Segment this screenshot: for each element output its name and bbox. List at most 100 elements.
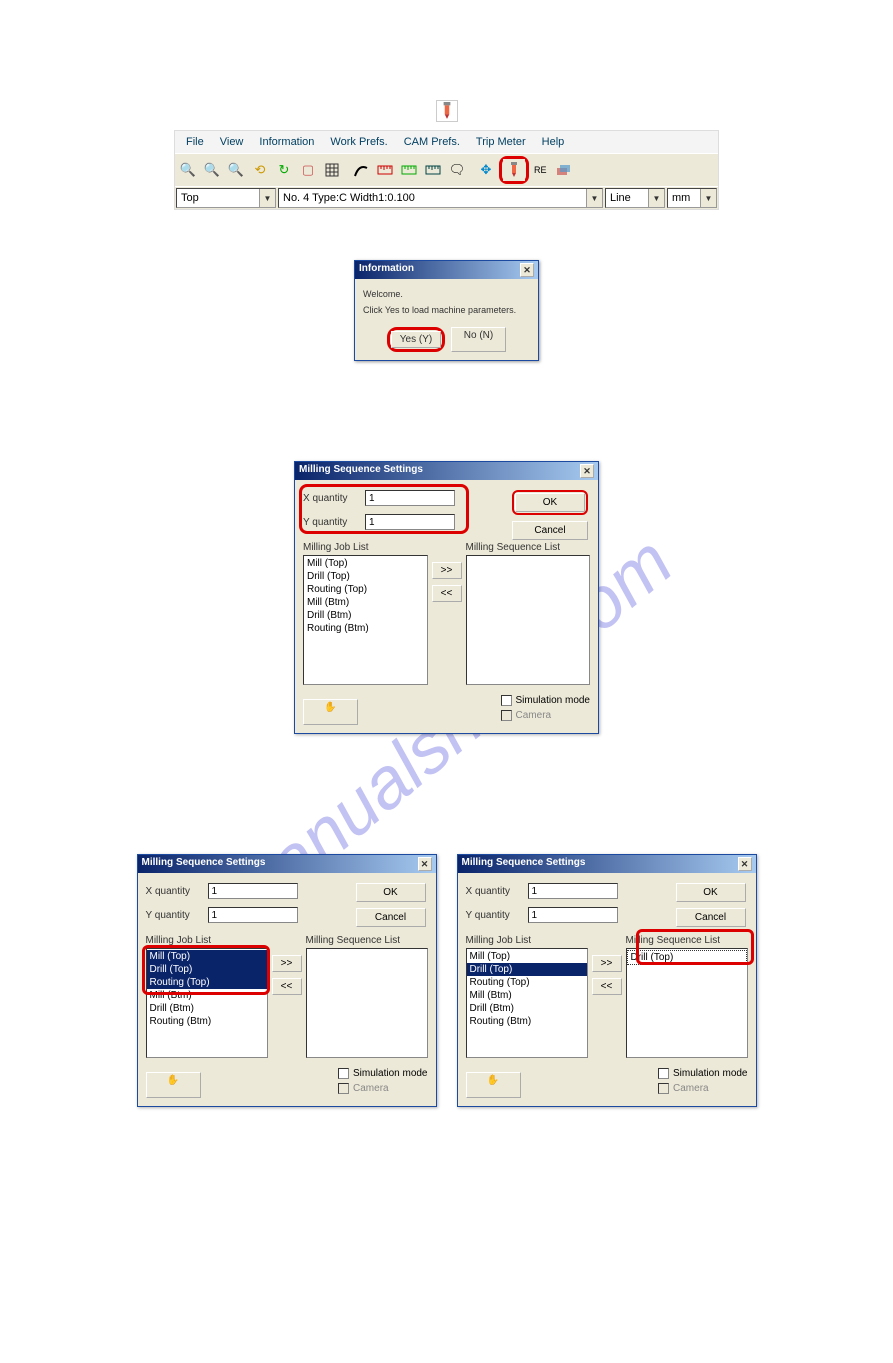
zoom-prev-icon[interactable]: ⟲ (249, 159, 271, 181)
ruler-green-icon[interactable] (398, 159, 420, 181)
drill-tool-icon[interactable] (503, 159, 525, 181)
document-icon[interactable]: ▢ (297, 159, 319, 181)
close-icon[interactable]: ✕ (418, 857, 432, 871)
manual-button[interactable]: ✋ (466, 1072, 521, 1098)
grid-icon[interactable] (321, 159, 343, 181)
menu-work-prefs[interactable]: Work Prefs. (323, 134, 394, 150)
close-icon[interactable]: ✕ (520, 263, 534, 277)
list-item[interactable]: Routing (Top) (304, 583, 427, 596)
cancel-button[interactable]: Cancel (356, 908, 426, 927)
milling-job-list[interactable]: Mill (Top) Drill (Top) Routing (Top) Mil… (466, 948, 588, 1058)
list-item[interactable]: Mill (Top) (147, 950, 267, 963)
x-quantity-input[interactable] (365, 490, 455, 506)
unit-combo[interactable]: mm ▼ (667, 188, 717, 208)
list-item[interactable]: Routing (Btm) (304, 622, 427, 635)
list-item[interactable]: Mill (Btm) (304, 596, 427, 609)
zoom-in-icon[interactable]: 🔍 (177, 159, 199, 181)
y-quantity-input[interactable] (365, 514, 455, 530)
x-quantity-label: X quantity (146, 886, 208, 897)
info-combo[interactable]: No. 4 Type:C Width1:0.100 ▼ (278, 188, 603, 208)
add-button[interactable]: >> (432, 562, 462, 579)
list-item[interactable]: Routing (Btm) (147, 1015, 267, 1028)
layers-icon[interactable] (552, 159, 574, 181)
menu-information[interactable]: Information (252, 134, 321, 150)
ok-button[interactable]: OK (515, 493, 585, 512)
x-quantity-input[interactable] (528, 883, 618, 899)
move-xy-icon[interactable]: ✥ (475, 159, 497, 181)
layer-combo[interactable]: Top ▼ (176, 188, 276, 208)
list-item[interactable]: Drill (Top) (147, 963, 267, 976)
toolbar-icons: 🔍 🔍 🔍 ⟲ ↻ ▢ 🗨 ✥ (175, 153, 718, 186)
manual-button[interactable]: ✋ (146, 1072, 201, 1098)
close-icon[interactable]: ✕ (738, 857, 752, 871)
seq-list-label: Milling Sequence List (626, 935, 748, 946)
list-item[interactable]: Mill (Btm) (467, 989, 587, 1002)
list-item[interactable]: Drill (Top) (627, 950, 747, 965)
simulation-label: Simulation mode (516, 695, 590, 706)
ok-button[interactable]: OK (676, 883, 746, 902)
list-item[interactable]: Mill (Top) (304, 557, 427, 570)
milling-sequence-list[interactable] (466, 555, 591, 685)
wire-icon[interactable]: RE (531, 159, 550, 181)
curve-icon[interactable] (350, 159, 372, 181)
add-button[interactable]: >> (272, 955, 302, 972)
seq-list-label: Milling Sequence List (306, 935, 428, 946)
list-item[interactable]: Drill (Btm) (304, 609, 427, 622)
ok-button[interactable]: OK (356, 883, 426, 902)
list-item[interactable]: Routing (Btm) (467, 1015, 587, 1028)
drill-tool-icon-large (436, 100, 458, 122)
menu-cam-prefs[interactable]: CAM Prefs. (397, 134, 467, 150)
cancel-button[interactable]: Cancel (512, 521, 588, 540)
milling-job-list[interactable]: Mill (Top) Drill (Top) Routing (Top) Mil… (146, 948, 268, 1058)
list-item[interactable]: Drill (Top) (467, 963, 587, 976)
y-quantity-input[interactable] (528, 907, 618, 923)
close-icon[interactable]: ✕ (580, 464, 594, 478)
yes-button[interactable]: Yes (Y) (391, 331, 441, 348)
dialog-title: Milling Sequence Settings (142, 857, 266, 871)
balloon-icon[interactable]: 🗨 (446, 159, 468, 181)
ruler-dark-icon[interactable] (422, 159, 444, 181)
dialog-title: Milling Sequence Settings (462, 857, 586, 871)
simulation-checkbox[interactable] (501, 695, 512, 706)
cancel-button[interactable]: Cancel (676, 908, 746, 927)
zoom-fit-icon[interactable]: 🔍 (225, 159, 247, 181)
milling-sequence-list[interactable]: Drill (Top) (626, 948, 748, 1058)
remove-button[interactable]: << (272, 978, 302, 995)
no-button[interactable]: No (N) (451, 327, 506, 352)
job-list-label: Milling Job List (466, 935, 588, 946)
ruler-red-icon[interactable] (374, 159, 396, 181)
add-button[interactable]: >> (592, 955, 622, 972)
list-item[interactable]: Routing (Top) (467, 976, 587, 989)
x-quantity-input[interactable] (208, 883, 298, 899)
menu-file[interactable]: File (179, 134, 211, 150)
milling-sequence-list[interactable] (306, 948, 428, 1058)
milling-sequence-dialog: Milling Sequence Settings ✕ X quantity Y… (294, 461, 599, 734)
list-item[interactable]: Drill (Top) (304, 570, 427, 583)
chevron-down-icon: ▼ (259, 189, 275, 207)
menu-trip-meter[interactable]: Trip Meter (469, 134, 533, 150)
simulation-checkbox[interactable] (658, 1068, 669, 1079)
milling-job-list[interactable]: Mill (Top) Drill (Top) Routing (Top) Mil… (303, 555, 428, 685)
menu-view[interactable]: View (213, 134, 251, 150)
hand-icon: ✋ (167, 1075, 179, 1086)
list-item[interactable]: Drill (Btm) (467, 1002, 587, 1015)
chevron-down-icon: ▼ (648, 189, 664, 207)
list-item[interactable]: Mill (Top) (467, 950, 587, 963)
zoom-out-icon[interactable]: 🔍 (201, 159, 223, 181)
remove-button[interactable]: << (592, 978, 622, 995)
remove-button[interactable]: << (432, 585, 462, 602)
manual-button[interactable]: ✋ (303, 699, 358, 725)
y-quantity-input[interactable] (208, 907, 298, 923)
style-combo[interactable]: Line ▼ (605, 188, 665, 208)
highlight-yes: Yes (Y) (387, 327, 445, 352)
list-item[interactable]: Drill (Btm) (147, 1002, 267, 1015)
dialog-title: Milling Sequence Settings (299, 464, 423, 478)
list-item[interactable]: Mill (Btm) (147, 989, 267, 1002)
menubar: File View Information Work Prefs. CAM Pr… (175, 131, 718, 153)
menu-help[interactable]: Help (535, 134, 572, 150)
camera-label: Camera (673, 1083, 709, 1094)
simulation-checkbox[interactable] (338, 1068, 349, 1079)
refresh-icon[interactable]: ↻ (273, 159, 295, 181)
dialog-titlebar: Information ✕ (355, 261, 538, 279)
list-item[interactable]: Routing (Top) (147, 976, 267, 989)
